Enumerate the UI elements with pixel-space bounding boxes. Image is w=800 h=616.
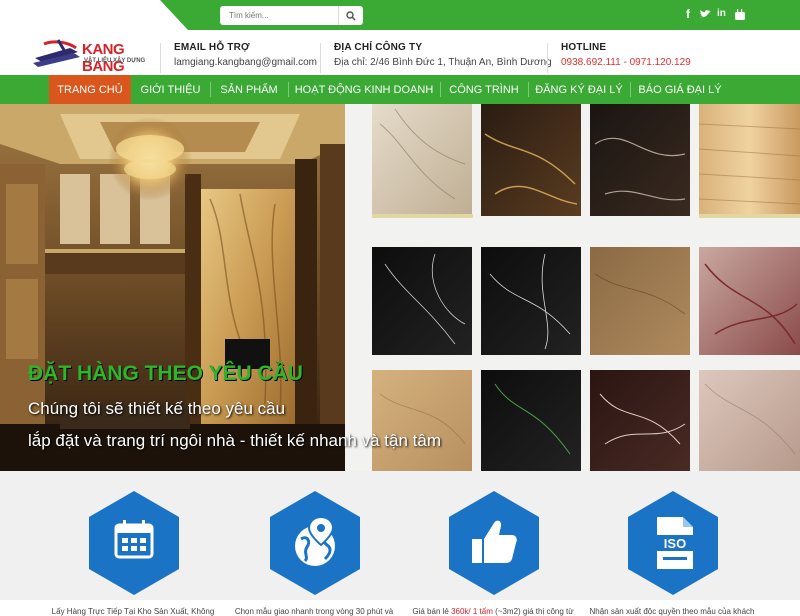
- feature-text-part: (~3m2) giá thị công từ: [492, 607, 574, 616]
- email-block: EMAIL HỖ TRỢ lamgiang.kangbang@gmail.com: [174, 42, 317, 68]
- feature-text: Giá bán lẻ 360k/ 1 tấm (~3m2) giá thị cô…: [408, 607, 578, 616]
- marble-tiles-grid: [345, 104, 800, 471]
- email-value[interactable]: lamgiang.kangbang@gmail.com: [174, 57, 317, 68]
- feature-hexagon: ISO: [628, 491, 718, 595]
- address-label: ĐỊA CHỈ CÔNG TY: [334, 42, 423, 53]
- hotline-label: HOTLINE: [561, 42, 607, 53]
- feature-card[interactable]: ISO Nhận sản xuất độc quyền theo mẫu của…: [587, 491, 757, 616]
- logo-mark-icon: [33, 39, 80, 67]
- header-divider: [320, 43, 321, 73]
- email-label: EMAIL HỖ TRỢ: [174, 42, 250, 53]
- search-icon: [345, 10, 356, 21]
- hero-headline: ĐẶT HÀNG THEO YÊU CẦU: [28, 362, 303, 385]
- address-block: ĐỊA CHỈ CÔNG TY Địa chỉ: 2/46 Bình Đức 1…: [334, 42, 552, 68]
- top-bar: f in: [0, 0, 800, 30]
- nav-item-cong-trinh[interactable]: CÔNG TRÌNH: [440, 75, 528, 104]
- search-button[interactable]: [338, 6, 362, 25]
- features-section: Lấy Hàng Trực Tiếp Tại Kho Sản Xuất, Khô…: [0, 471, 800, 616]
- nav-item-san-pham[interactable]: SẢN PHẨM: [210, 75, 288, 104]
- feature-price: 360k/ 1 tấm: [451, 607, 493, 616]
- facebook-icon[interactable]: f: [686, 7, 690, 21]
- svg-text:ISO: ISO: [664, 536, 686, 551]
- nav-item-trang-chu[interactable]: TRANG CHỦ: [49, 75, 131, 104]
- hero-line-1: Chúng tôi sẽ thiết kế theo yêu cầu: [28, 399, 286, 418]
- address-value: Địa chỉ: 2/46 Bình Đức 1, Thuận An, Bình…: [334, 57, 552, 68]
- logo[interactable]: KANG BANG VẬT LIỆU XÂY DỰNG: [30, 38, 146, 75]
- nav-item-dang-ky-dai-ly[interactable]: ĐĂNG KÝ ĐẠI LÝ: [528, 75, 630, 104]
- feature-card[interactable]: Chọn mẫu giao nhanh trong vòng 30 phút v…: [229, 491, 399, 616]
- hero-banner[interactable]: ĐẶT HÀNG THEO YÊU CẦU Chúng tôi sẽ thiết…: [0, 104, 800, 471]
- linkedin-icon[interactable]: in: [717, 8, 726, 19]
- feature-hexagon: [89, 491, 179, 595]
- nav-item-hoat-dong-kinh-doanh[interactable]: HOẠT ĐỘNG KINH DOANH: [288, 75, 440, 104]
- feature-hexagon: [270, 491, 360, 595]
- header-divider: [547, 43, 548, 73]
- iso-file-icon: ISO: [653, 517, 697, 569]
- feature-text-part: Giá bán lẻ: [412, 607, 452, 616]
- hero-line-2: lắp đặt và trang trí ngôi nhà - thiết kế…: [28, 431, 441, 450]
- feature-card[interactable]: Lấy Hàng Trực Tiếp Tại Kho Sản Xuất, Khô…: [48, 491, 218, 616]
- nav-item-gioi-thieu[interactable]: GIỚI THIỆU: [131, 75, 210, 104]
- feature-hexagon: [449, 491, 539, 595]
- main-nav: TRANG CHỦ GIỚI THIỆU SẢN PHẨM HOẠT ĐỘNG …: [0, 75, 800, 104]
- top-bar-background: [160, 0, 800, 30]
- feature-text: Chọn mẫu giao nhanh trong vòng 30 phút v…: [234, 607, 394, 616]
- twitter-icon[interactable]: [700, 10, 711, 19]
- feature-text: Lấy Hàng Trực Tiếp Tại Kho Sản Xuất, Khô…: [51, 607, 215, 616]
- search-input[interactable]: [220, 6, 338, 25]
- youtube-icon[interactable]: [735, 9, 745, 20]
- logo-subtitle: VẬT LIỆU XÂY DỰNG: [84, 58, 146, 64]
- feature-card[interactable]: Giá bán lẻ 360k/ 1 tấm (~3m2) giá thị cô…: [408, 491, 578, 616]
- site-header: KANG BANG VẬT LIỆU XÂY DỰNG EMAIL HỖ TRỢ…: [0, 30, 800, 75]
- hotline-block: HOTLINE 0938.692.111 - 0971.120.129: [561, 42, 691, 68]
- nav-item-bao-gia-dai-ly[interactable]: BÁO GIÁ ĐẠI LÝ: [630, 75, 730, 104]
- search-box: [220, 6, 363, 25]
- feature-text: Nhận sản xuất độc quyền theo mẫu của khá…: [589, 607, 755, 616]
- header-divider: [160, 43, 161, 73]
- hotline-value[interactable]: 0938.692.111 - 0971.120.129: [561, 57, 691, 68]
